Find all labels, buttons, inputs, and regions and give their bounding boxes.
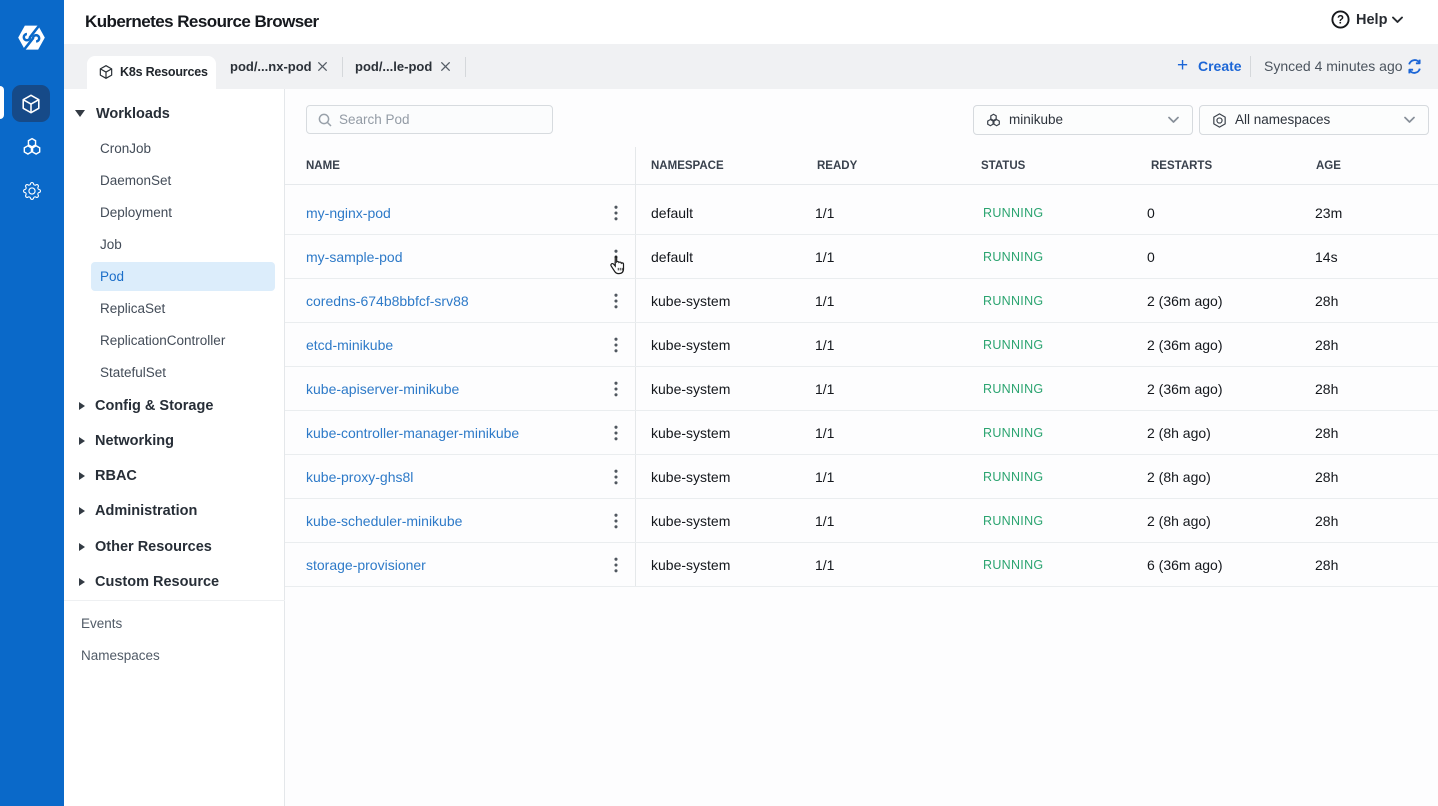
svg-text:?: ? bbox=[1337, 15, 1344, 27]
